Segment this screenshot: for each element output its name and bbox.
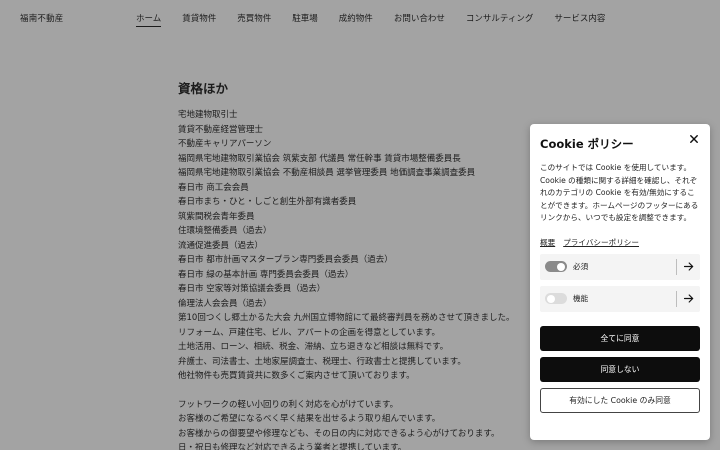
- list-item: 弁護士、司法書士、土地家屋調査士、税理士、行政書士と提携しています。: [178, 356, 466, 367]
- list-item: 春日市まち・ひと・しごと創生外部有識者委員: [178, 197, 357, 207]
- cookie-panel-title: Cookie ポリシー: [540, 137, 634, 151]
- main-content: 資格ほか 宅地建物取引士 賃貸不動産経営管理士 不動産キャリアパーソン 福岡県宅…: [178, 78, 530, 450]
- arrow-right-icon[interactable]: [684, 262, 694, 272]
- nav-item-parking[interactable]: 駐車場: [292, 12, 318, 27]
- list-item: 筑紫間税会青年委員: [178, 211, 255, 222]
- cookie-category-required: 必須: [540, 253, 700, 280]
- cookie-category-functional: 機能: [540, 285, 700, 312]
- nav-item-services[interactable]: サービス内容: [554, 12, 605, 27]
- divider: [676, 290, 677, 307]
- list-item: フットワークの軽い小回りの利く対応を心がけています。: [178, 399, 399, 410]
- nav-item-sale[interactable]: 売買物件: [237, 12, 271, 27]
- category-label: 機能: [573, 294, 589, 304]
- list-item: 倫理法人会会員（過去）: [178, 298, 272, 309]
- list-item: 賃貸不動産経営管理士: [178, 124, 264, 135]
- cookie-policy-panel: Cookie ポリシー このサイトでは Cookie を使用しています。Cook…: [530, 124, 710, 440]
- accept-all-button[interactable]: 全てに同意: [540, 325, 700, 351]
- list-item: 第10回つくし郷土かるた大会 九州国立博物館にて最終審判員を務めさせて頂きました…: [178, 313, 515, 323]
- list-item: 日・祝日も修理など対応できるよう業者と提携しています。: [178, 443, 407, 450]
- list-item: 土地活用、ローン、相続、税金、滞納、立ち退きなど相談は無料です。: [178, 342, 449, 352]
- list-item: 他社物件も売買賃貸共に数多くご案内させて頂いております。: [178, 371, 415, 381]
- functional-toggle[interactable]: [545, 293, 567, 305]
- list-item: 福岡県宅地建物取引業協会 不動産相談員 選挙管理委員 地価調査事業調査委員: [178, 168, 476, 178]
- summary-link[interactable]: 概要: [540, 237, 555, 248]
- service-policy-list: フットワークの軽い小回りの利く対応を心がけています。 お客様のご希望になるべく早…: [178, 398, 530, 450]
- main-nav: ホーム 賃貸物件 売買物件 駐車場 成約物件 お問い合わせ コンサルティング サ…: [136, 12, 626, 27]
- list-item: 春日市 緑の基本計画 専門委員会委員（過去）: [178, 269, 354, 280]
- required-toggle[interactable]: [545, 261, 567, 273]
- nav-item-closed-deals[interactable]: 成約物件: [339, 12, 373, 27]
- nav-item-contact[interactable]: お問い合わせ: [394, 12, 445, 27]
- list-item: 春日市 商工会会員: [178, 182, 249, 193]
- nav-item-consulting[interactable]: コンサルティング: [466, 12, 534, 27]
- list-item: 住環境整備委員（過去）: [178, 226, 272, 236]
- divider: [676, 258, 677, 275]
- page-title: 資格ほか: [178, 81, 229, 96]
- list-item: 不動産キャリアパーソン: [178, 139, 272, 149]
- list-item: お客様のご希望になるべく早く結果を出せるよう取り組んでいます。: [178, 414, 441, 424]
- qualification-list: 宅地建物取引士 賃貸不動産経営管理士 不動産キャリアパーソン 福岡県宅地建物取引…: [178, 108, 530, 384]
- list-item: 宅地建物取引士: [178, 110, 238, 120]
- close-icon[interactable]: [687, 132, 701, 146]
- decline-button[interactable]: 同意しない: [540, 356, 700, 382]
- accept-selected-button[interactable]: 有効にした Cookie のみ同意: [540, 387, 700, 413]
- nav-item-home[interactable]: ホーム: [136, 12, 162, 27]
- list-item: 福岡県宅地建物取引業協会 筑紫支部 代議員 常任幹事 賃貸市場整備委員長: [178, 153, 461, 164]
- cookie-description: このサイトでは Cookie を使用しています。Cookie の種類に関する詳細…: [540, 163, 699, 223]
- arrow-right-icon[interactable]: [684, 294, 694, 304]
- list-item: 流通促進委員（過去）: [178, 240, 264, 251]
- site-logo-text[interactable]: 福南不動産: [20, 12, 64, 24]
- nav-item-rental[interactable]: 賃貸物件: [182, 12, 216, 27]
- list-item: リフォーム、戸建住宅、ビル、アパートの企画を得意としています。: [178, 327, 440, 338]
- list-item: 春日市 都市計画マスタープラン専門委員会委員（過去）: [178, 255, 393, 265]
- privacy-policy-link[interactable]: プライバシーポリシー: [563, 237, 639, 248]
- category-label: 必須: [573, 262, 589, 272]
- list-item: お客様からの御要望や修理なども、その日の内に対応できるよう心がけております。: [178, 428, 500, 439]
- cookie-links: 概要 プライバシーポリシー: [540, 237, 700, 248]
- list-item: 春日市 空家等対策協議会委員（過去）: [178, 284, 326, 294]
